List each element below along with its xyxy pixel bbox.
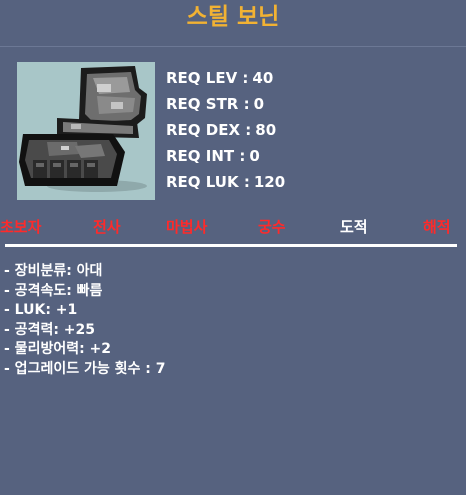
stat-attack-speed: - 공격속도: 빠름 <box>4 282 103 299</box>
req-dex: REQ DEX :80 <box>166 121 277 139</box>
req-luk: REQ LUK :120 <box>166 173 286 191</box>
job-requirements: 초보자 전사 마법사 궁수 도적 해적 <box>0 216 466 238</box>
item-stats: - 장비분류: 아대 - 공격속도: 빠름 - LUK: +1 - 공격력: +… <box>4 262 165 379</box>
stat-luk: - LUK: +1 <box>4 302 78 318</box>
stat-attack: - 공격력: +25 <box>4 321 96 338</box>
job-magician: 마법사 <box>166 218 208 236</box>
stat-category: - 장비분류: 아대 <box>4 263 103 279</box>
job-warrior: 전사 <box>93 218 121 236</box>
item-tooltip: 스틸 보닌 REQ LEV: 40 REQ STR: 0 REQ DEX:… <box>0 0 473 495</box>
req-str: REQ STR :0 <box>166 95 265 113</box>
job-bowman: 궁수 <box>258 218 286 236</box>
stat-defense: - 물리방어력: +2 <box>4 341 112 357</box>
job-thief: 도적 <box>340 218 368 236</box>
stat-upgrade-slots: - 업그레이드 가능 횟수 : 7 <box>4 360 166 377</box>
job-beginner: 초보자 <box>0 218 42 236</box>
item-name: 스틸 보닌 <box>186 4 280 30</box>
title-separator <box>0 46 466 47</box>
section-divider <box>5 244 457 247</box>
req-int: REQ INT :0 <box>166 147 260 165</box>
steel-gauntlet-icon <box>17 62 155 200</box>
job-pirate: 해적 <box>423 218 451 236</box>
req-level: REQ LEV :40 <box>166 69 274 87</box>
